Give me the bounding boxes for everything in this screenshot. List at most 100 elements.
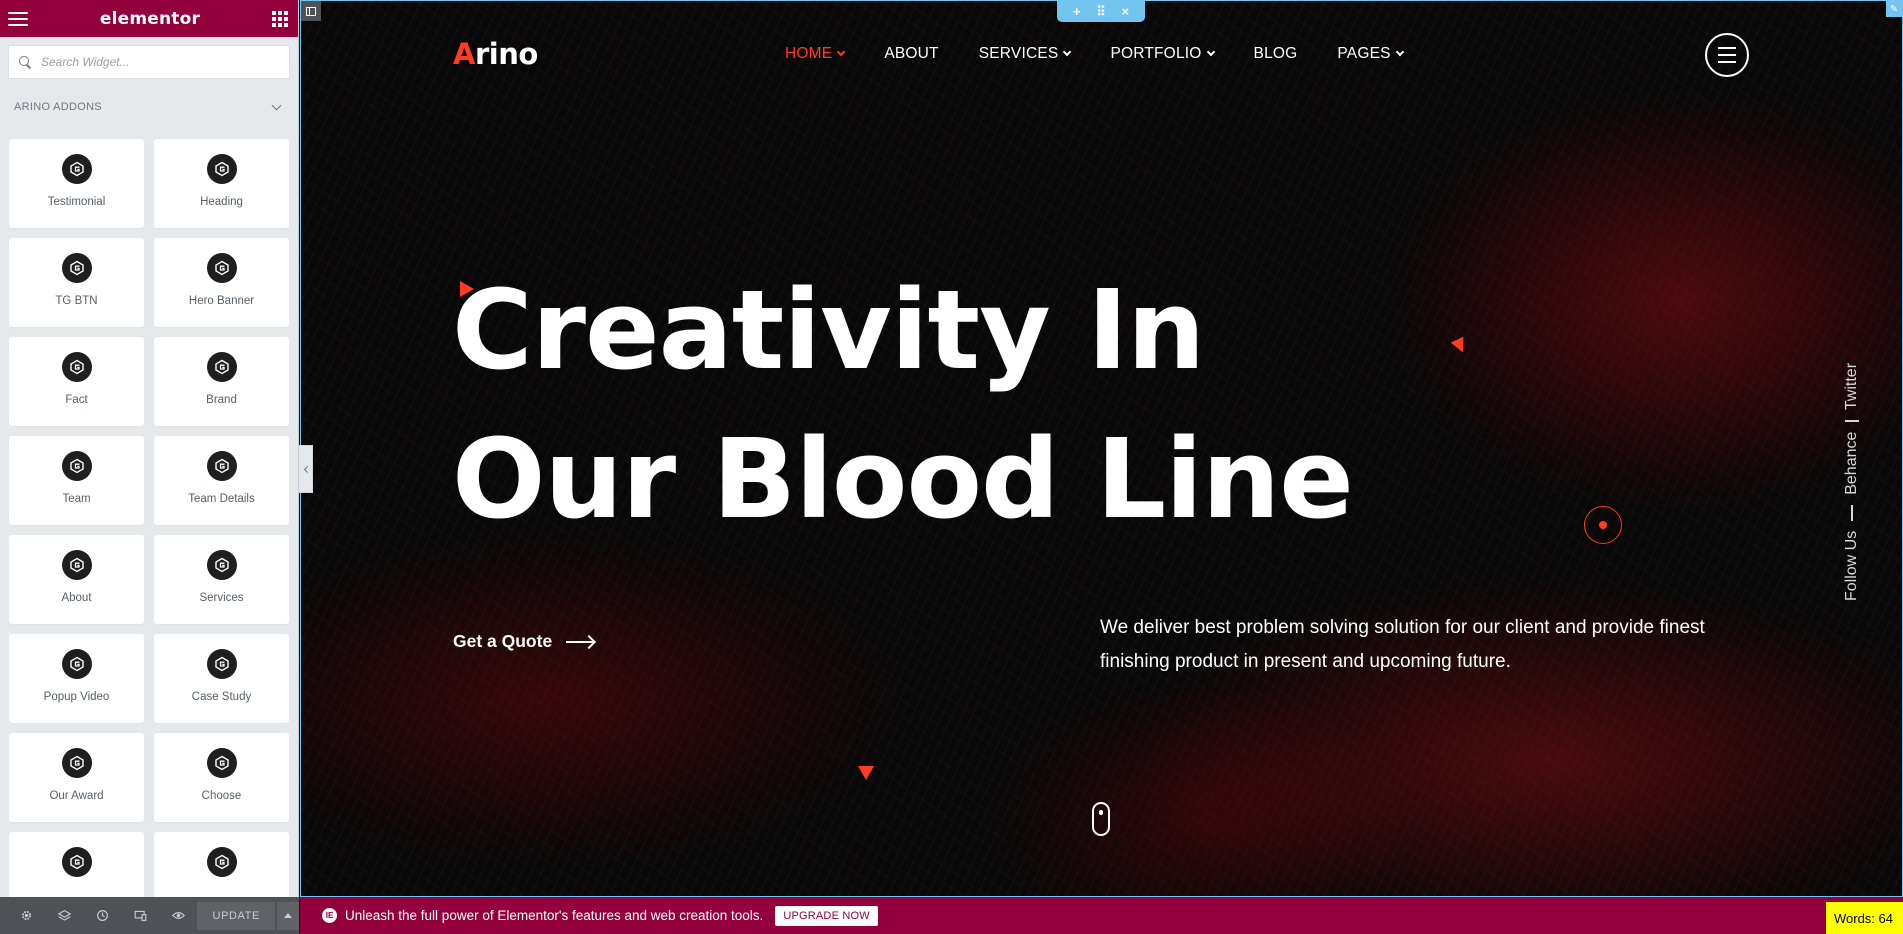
word-count-badge: Words: 64	[1825, 902, 1903, 934]
dot-circle-shape	[1584, 506, 1622, 544]
social-link-behance[interactable]: Behance	[1843, 432, 1861, 495]
widget-label: Team	[62, 493, 91, 505]
widget-label: Case Study	[191, 691, 252, 703]
layers-icon[interactable]	[46, 897, 84, 934]
responsive-icon[interactable]	[122, 897, 160, 934]
widget-fact[interactable]: Fact	[9, 337, 144, 426]
category-title: ARINO ADDONS	[14, 101, 102, 113]
scroll-mouse-icon[interactable]	[1092, 802, 1110, 836]
widget-partial[interactable]	[9, 832, 144, 897]
preview-icon[interactable]	[160, 897, 198, 934]
widget-team[interactable]: Team	[9, 436, 144, 525]
logo-text: rino	[474, 37, 538, 71]
menu-icon[interactable]	[8, 11, 28, 26]
panel-header: elementor	[0, 0, 298, 37]
drag-handle-icon[interactable]: ⠿	[1096, 5, 1106, 18]
panel-footer: UPDATE	[0, 897, 300, 934]
promo-text: Unleash the full power of Elementor's fe…	[345, 908, 764, 923]
chevron-down-icon	[1395, 47, 1404, 57]
nav-about[interactable]: ABOUT	[884, 45, 938, 63]
widget-label: Popup Video	[43, 691, 110, 703]
triangle-shape	[858, 766, 874, 780]
nav-label: PORTFOLIO	[1110, 45, 1202, 62]
history-icon[interactable]	[84, 897, 122, 934]
widget-search[interactable]	[8, 45, 290, 79]
update-button[interactable]: UPDATE	[197, 901, 276, 930]
widget-logo-icon	[206, 352, 237, 382]
nav-label: ABOUT	[884, 45, 939, 62]
divider	[1851, 504, 1853, 521]
columns-icon	[306, 6, 316, 16]
widget-logo-icon	[206, 451, 237, 481]
widget-logo-icon	[61, 748, 92, 778]
triangle-shape	[1450, 336, 1470, 356]
widget-logo-icon	[61, 451, 92, 481]
settings-icon[interactable]	[8, 897, 46, 934]
nav-services[interactable]: SERVICES	[979, 45, 1072, 63]
follow-label: Follow Us	[1843, 530, 1860, 601]
search-icon	[19, 56, 31, 68]
logo-initial: A	[453, 37, 475, 71]
section-handle: + ⠿ ×	[1057, 1, 1145, 22]
widget-tg-btn[interactable]: TG BTN	[9, 238, 144, 327]
site-logo[interactable]: Arino	[453, 37, 538, 71]
elementor-panel: elementor ARINO ADDONS Testimonial Headi…	[0, 0, 300, 934]
elementor-logo-icon: IE	[322, 908, 337, 923]
social-link-twitter[interactable]: Twitter	[1843, 363, 1861, 410]
widgets-grid-icon[interactable]	[271, 10, 288, 27]
widget-logo-icon	[206, 748, 237, 778]
widget-partial[interactable]	[154, 832, 289, 897]
nav-label: HOME	[785, 45, 833, 62]
add-section-icon[interactable]: +	[1073, 5, 1081, 18]
promo-bar: IE Unleash the full power of Elementor's…	[300, 897, 1903, 934]
widget-logo-icon	[61, 550, 92, 580]
collapse-panel-button[interactable]	[299, 445, 313, 493]
social-follow: Follow Us Behance Twitter	[1843, 363, 1861, 601]
widget-popup-video[interactable]: Popup Video	[9, 634, 144, 723]
update-options-button[interactable]	[277, 901, 300, 930]
delete-section-icon[interactable]: ×	[1122, 5, 1130, 18]
widget-heading[interactable]: Heading	[154, 139, 289, 228]
widget-label: Hero Banner	[188, 295, 255, 307]
widget-label: Brand	[206, 394, 237, 406]
get-quote-link[interactable]: Get a Quote	[453, 631, 595, 652]
nav-label: PAGES	[1337, 45, 1391, 62]
widget-hero-banner[interactable]: Hero Banner	[154, 238, 289, 327]
widget-case-study[interactable]: Case Study	[154, 634, 289, 723]
hero-title-line2: Our Blood Line	[452, 415, 1354, 543]
offcanvas-menu-button[interactable]	[1705, 33, 1749, 77]
cta-label: Get a Quote	[453, 631, 553, 651]
widget-our-award[interactable]: Our Award	[9, 733, 144, 822]
nav-home[interactable]: HOME	[785, 45, 846, 63]
category-header[interactable]: ARINO ADDONS	[14, 100, 284, 113]
nav-portfolio[interactable]: PORTFOLIO	[1110, 45, 1215, 63]
widget-label: Testimonial	[47, 196, 106, 208]
hero-description: We deliver best problem solving solution…	[1100, 617, 1705, 672]
widget-logo-icon	[61, 154, 92, 184]
nav-blog[interactable]: BLOG	[1254, 45, 1298, 63]
widget-brand[interactable]: Brand	[154, 337, 289, 426]
nav-label: BLOG	[1253, 45, 1298, 62]
widget-services[interactable]: Services	[154, 535, 289, 624]
edit-pencil-icon[interactable]: ✎	[1886, 1, 1902, 17]
section-edit-button[interactable]	[301, 1, 321, 21]
widget-testimonial[interactable]: Testimonial	[9, 139, 144, 228]
widget-label: Heading	[200, 196, 243, 208]
hero-title: Creativity In Our Blood Line	[452, 256, 1354, 554]
chevron-down-icon	[271, 100, 282, 110]
widget-label: Choose	[201, 790, 242, 802]
widget-logo-icon	[206, 550, 237, 580]
widget-list: Testimonial Heading TG BTN Hero Banner F…	[9, 139, 290, 897]
nav-pages[interactable]: PAGES	[1337, 45, 1404, 63]
main-nav: HOME ABOUT SERVICES PORTFOLIO BLOG PAGES	[785, 45, 1443, 63]
widget-logo-icon	[61, 352, 92, 382]
search-input[interactable]	[41, 55, 271, 69]
widget-label: Services	[199, 592, 244, 604]
widget-about[interactable]: About	[9, 535, 144, 624]
chevron-down-icon	[837, 47, 846, 57]
widget-logo-icon	[61, 649, 92, 679]
widget-choose[interactable]: Choose	[154, 733, 289, 822]
widget-label: Team Details	[188, 493, 255, 505]
widget-team-details[interactable]: Team Details	[154, 436, 289, 525]
upgrade-now-button[interactable]: UPGRADE NOW	[775, 905, 878, 926]
